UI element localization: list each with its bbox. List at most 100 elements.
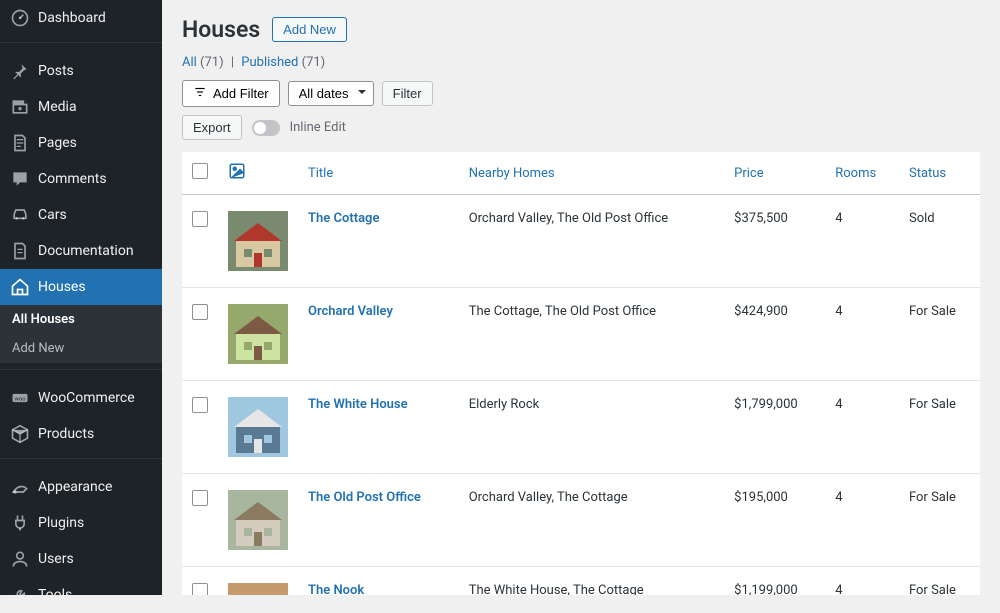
sidebar-item-label: Comments — [38, 171, 107, 187]
sidebar-item-label: Documentation — [38, 243, 134, 259]
sidebar-item-label: Plugins — [38, 515, 84, 531]
col-price[interactable]: Price — [724, 152, 825, 195]
row-title-link[interactable]: The Cottage — [308, 211, 379, 226]
pin-icon — [10, 61, 30, 81]
row-price: $424,900 — [724, 288, 825, 381]
row-checkbox[interactable] — [192, 583, 208, 595]
sidebar-item-label: Pages — [38, 135, 77, 151]
sidebar-item-label: Products — [38, 426, 94, 442]
sidebar-item-cars[interactable]: Cars — [0, 197, 162, 233]
product-icon — [10, 424, 30, 444]
user-icon — [10, 549, 30, 569]
sidebar-item-documentation[interactable]: Documentation — [0, 233, 162, 269]
sidebar-item-label: WooCommerce — [38, 390, 135, 406]
sidebar-item-label: Posts — [38, 63, 74, 79]
row-nearby: The Cottage, The Old Post Office — [459, 288, 724, 381]
table-row: The White House Elderly Rock $1,799,000 … — [182, 381, 980, 474]
sidebar-item-label: Cars — [38, 207, 67, 223]
row-status: For Sale — [899, 474, 980, 567]
sidebar-item-dashboard[interactable]: Dashboard — [0, 0, 162, 36]
sidebar-item-posts[interactable]: Posts — [0, 53, 162, 89]
doc-icon — [10, 241, 30, 261]
col-rooms[interactable]: Rooms — [825, 152, 899, 195]
table-row: The Old Post Office Orchard Valley, The … — [182, 474, 980, 567]
date-filter-select[interactable]: All dates — [288, 81, 374, 106]
row-title-link[interactable]: The Nook — [308, 583, 364, 595]
sidebar-item-label: Dashboard — [38, 10, 106, 26]
sidebar-item-users[interactable]: Users — [0, 541, 162, 577]
home-icon — [10, 277, 30, 297]
row-checkbox[interactable] — [192, 211, 208, 227]
row-price: $1,199,000 — [724, 567, 825, 596]
sidebar-subitem-add-new[interactable]: Add New — [0, 334, 162, 363]
row-thumbnail[interactable] — [218, 381, 298, 474]
row-price: $1,799,000 — [724, 381, 825, 474]
svg-text:woo: woo — [14, 397, 26, 403]
row-thumbnail[interactable] — [218, 567, 298, 596]
sidebar-item-label: Appearance — [38, 479, 112, 495]
admin-sidebar: Dashboard Posts Media Pages Comments Cars Docu… — [0, 0, 162, 595]
row-thumbnail[interactable] — [218, 288, 298, 381]
export-button[interactable]: Export — [182, 115, 242, 140]
col-title[interactable]: Title — [298, 152, 459, 195]
sidebar-item-label: Media — [38, 99, 77, 115]
sidebar-item-pages[interactable]: Pages — [0, 125, 162, 161]
sidebar-item-houses[interactable]: Houses — [0, 269, 162, 305]
row-rooms: 4 — [825, 195, 899, 288]
sidebar-item-label: Tools — [38, 587, 72, 603]
table-row: Orchard Valley The Cottage, The Old Post… — [182, 288, 980, 381]
woo-icon: woo — [10, 388, 30, 408]
sidebar-separator — [0, 42, 162, 47]
row-status: For Sale — [899, 288, 980, 381]
status-filter-links: All (71) | Published (71) — [182, 55, 980, 70]
row-nearby: Orchard Valley, The Old Post Office — [459, 195, 724, 288]
filter-published-link[interactable]: Published — [241, 55, 298, 70]
row-thumbnail[interactable] — [218, 474, 298, 567]
sidebar-item-appearance[interactable]: Appearance — [0, 469, 162, 505]
sidebar-item-label: Users — [38, 551, 74, 567]
row-checkbox[interactable] — [192, 397, 208, 413]
inline-edit-toggle[interactable] — [252, 120, 280, 136]
select-all-checkbox[interactable] — [192, 163, 208, 179]
col-image[interactable] — [218, 152, 298, 195]
filter-button[interactable]: Filter — [382, 81, 433, 106]
car-icon — [10, 205, 30, 225]
row-checkbox[interactable] — [192, 304, 208, 320]
row-thumbnail[interactable] — [218, 195, 298, 288]
sidebar-item-plugins[interactable]: Plugins — [0, 505, 162, 541]
image-icon — [228, 162, 246, 180]
row-checkbox[interactable] — [192, 490, 208, 506]
row-title-link[interactable]: The White House — [308, 397, 408, 412]
sidebar-item-products[interactable]: Products — [0, 416, 162, 452]
row-title-link[interactable]: Orchard Valley — [308, 304, 393, 319]
add-filter-button[interactable]: Add Filter — [182, 80, 280, 107]
row-status: For Sale — [899, 381, 980, 474]
sidebar-subitem-all-houses[interactable]: All Houses — [0, 305, 162, 334]
plugin-icon — [10, 513, 30, 533]
inline-edit-label: Inline Edit — [290, 120, 346, 135]
filter-icon — [193, 85, 207, 102]
row-nearby: Orchard Valley, The Cottage — [459, 474, 724, 567]
col-status[interactable]: Status — [899, 152, 980, 195]
row-status: Sold — [899, 195, 980, 288]
col-nearby[interactable]: Nearby Homes — [459, 152, 724, 195]
sidebar-item-media[interactable]: Media — [0, 89, 162, 125]
row-nearby: Elderly Rock — [459, 381, 724, 474]
media-icon — [10, 97, 30, 117]
sidebar-submenu: All HousesAdd New — [0, 305, 162, 363]
posts-table: Title Nearby Homes Price Rooms Status Th… — [182, 152, 980, 595]
comment-icon — [10, 169, 30, 189]
sidebar-item-comments[interactable]: Comments — [0, 161, 162, 197]
row-rooms: 4 — [825, 288, 899, 381]
sidebar-separator — [0, 458, 162, 463]
main-content: Houses Add New All (71) | Published (71)… — [162, 0, 1000, 595]
sidebar-item-woocommerce[interactable]: woo WooCommerce — [0, 380, 162, 416]
filter-all-link[interactable]: All — [182, 55, 197, 70]
sidebar-item-tools[interactable]: Tools — [0, 577, 162, 613]
sidebar-item-label: Houses — [38, 279, 86, 295]
sidebar-separator — [0, 369, 162, 374]
row-price: $375,500 — [724, 195, 825, 288]
row-rooms: 4 — [825, 381, 899, 474]
row-title-link[interactable]: The Old Post Office — [308, 490, 421, 505]
add-new-button[interactable]: Add New — [272, 17, 347, 42]
